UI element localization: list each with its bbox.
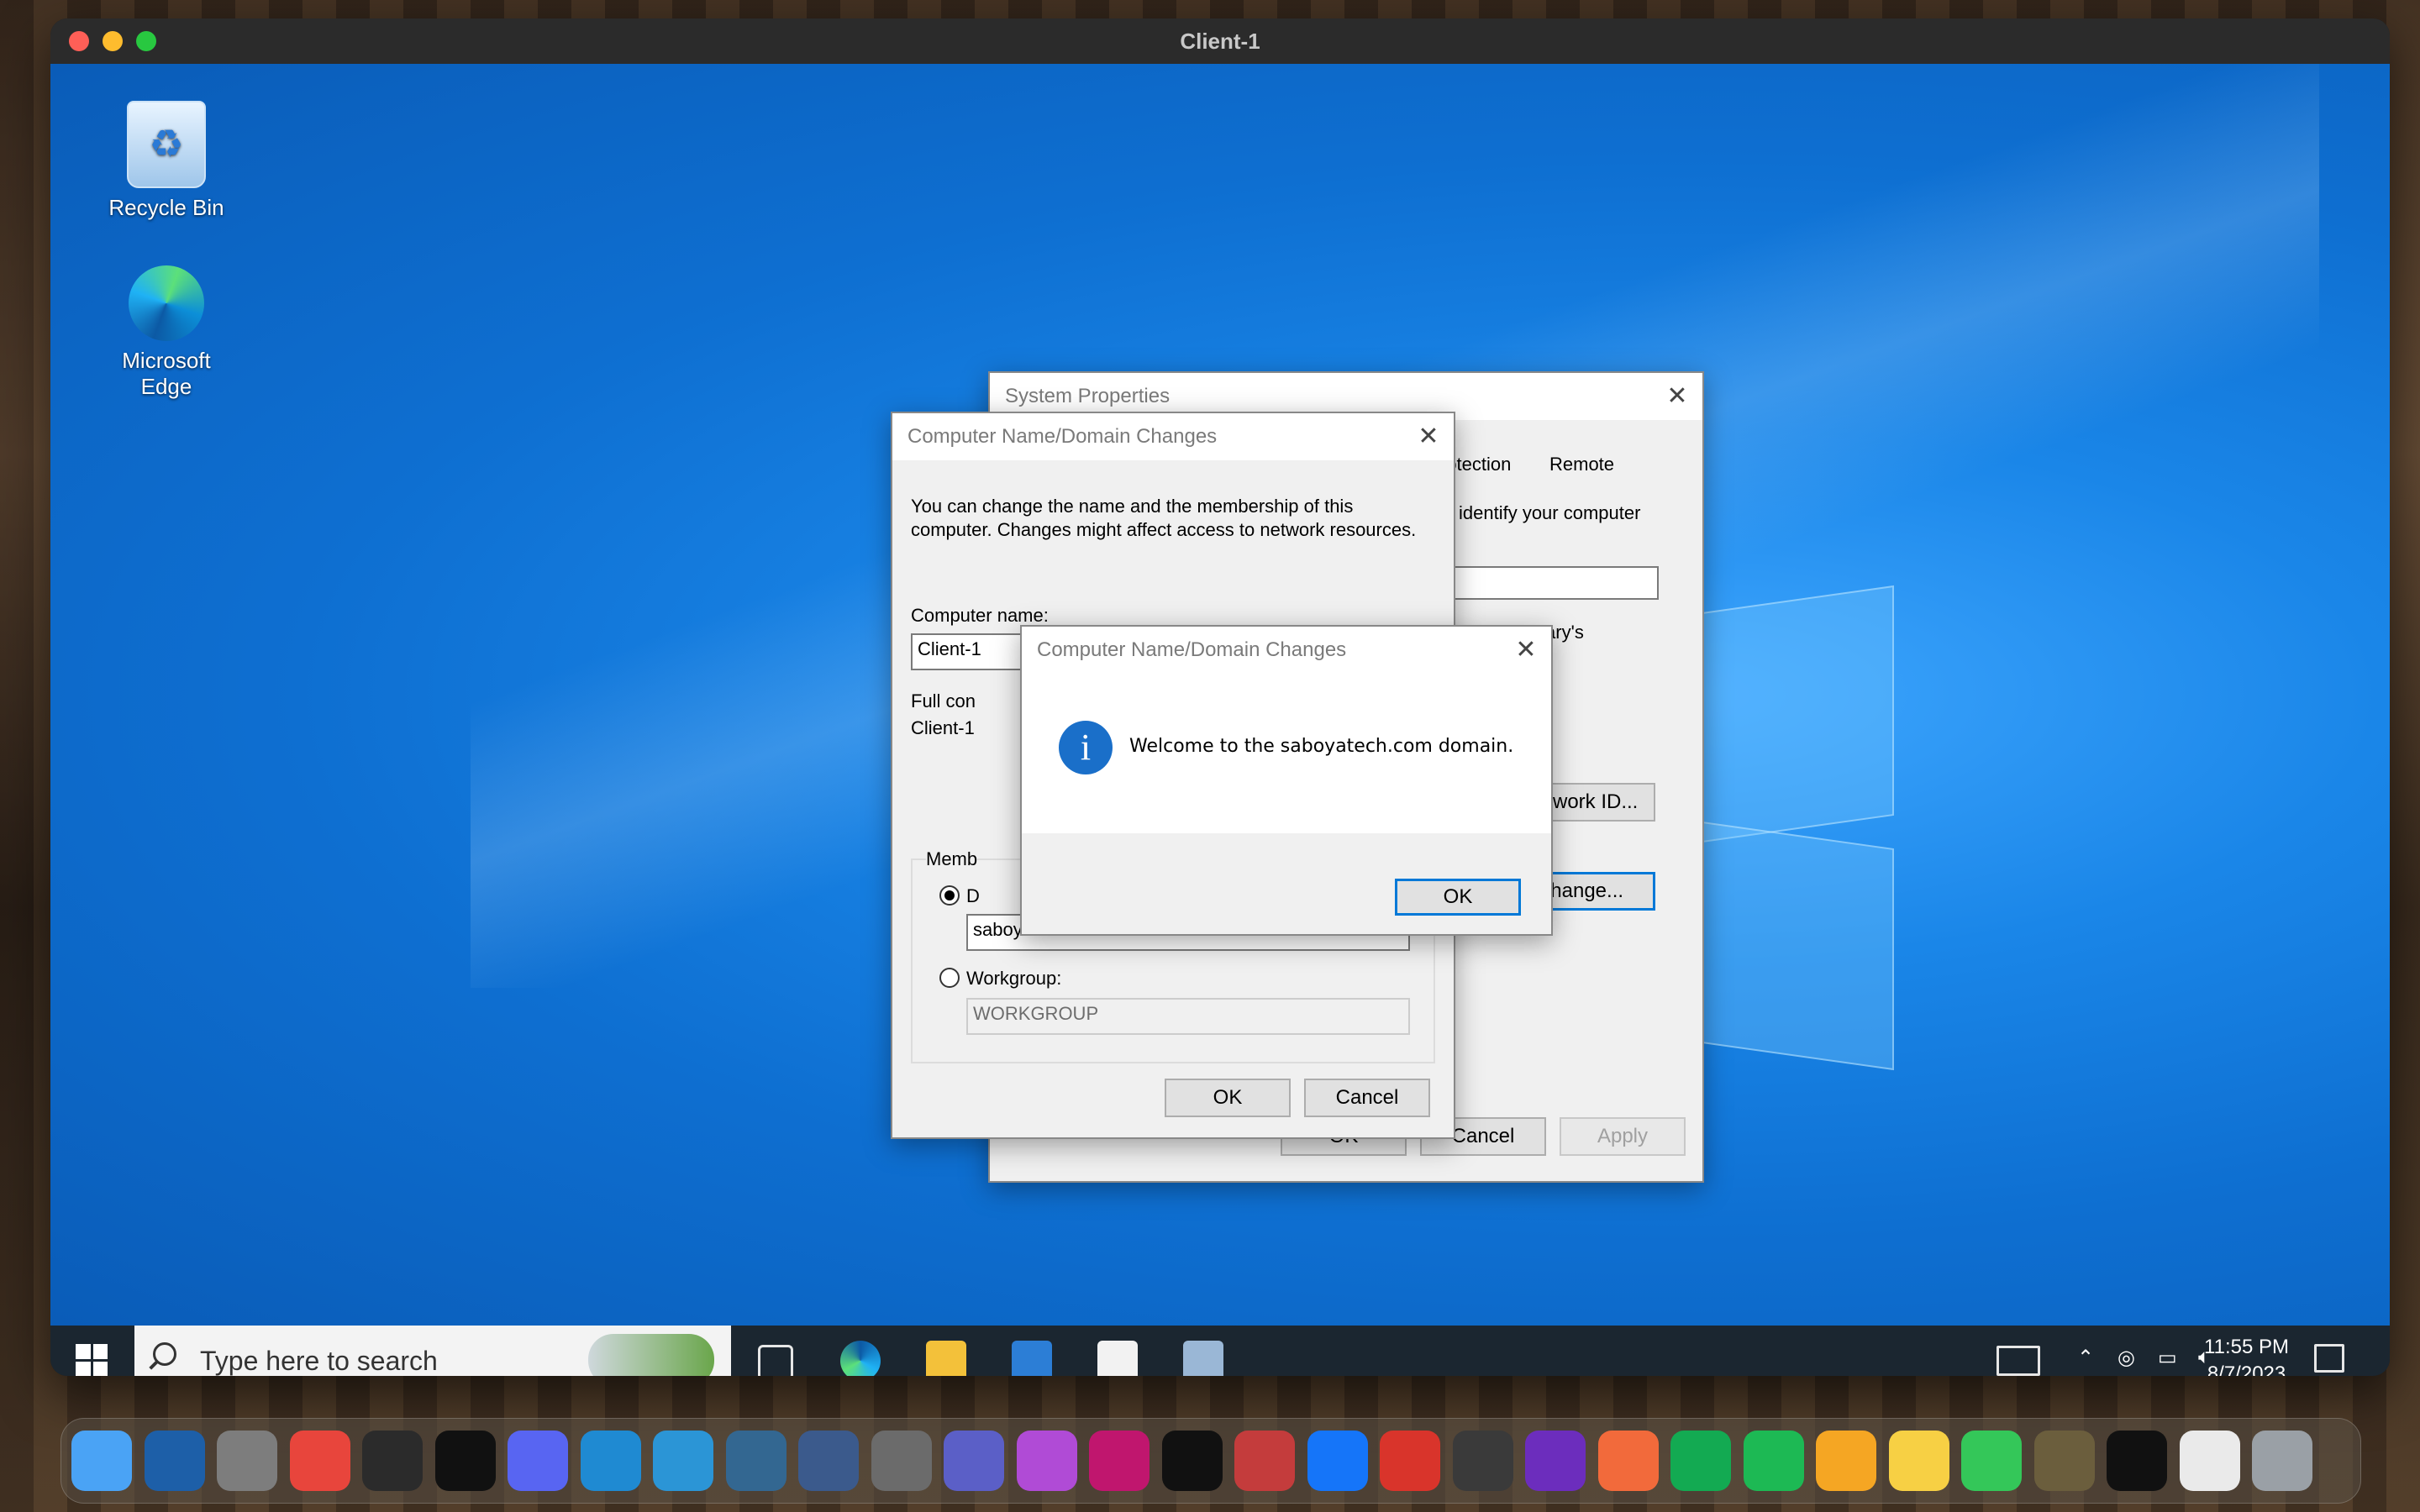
search-icon [153, 1342, 176, 1366]
workgroup-radio-label: Workgroup: [966, 968, 1062, 989]
cancel-button[interactable]: Cancel [1304, 1079, 1430, 1117]
preview-icon[interactable] [2179, 1431, 2240, 1491]
welcome-message: Welcome to the saboyatech.com domain. [1129, 736, 1514, 757]
notifications-icon[interactable] [2314, 1344, 2344, 1373]
dialog-title: System Properties [1005, 385, 1171, 407]
dialog-title: Computer Name/Domain Changes [1037, 638, 1347, 661]
terminal-icon[interactable] [434, 1431, 496, 1491]
dialog-title: Computer Name/Domain Changes [908, 425, 1218, 448]
edge-icon [129, 265, 204, 341]
file-explorer-icon[interactable] [926, 1341, 966, 1376]
ok-button[interactable]: OK [1165, 1079, 1291, 1117]
windows-desktop[interactable]: Recycle Bin Microsoft Edge System Proper… [50, 64, 2390, 1326]
messages-icon[interactable] [1961, 1431, 2022, 1491]
member-of-label: Memb [926, 848, 978, 870]
search-placeholder: Type here to search [200, 1346, 438, 1376]
taskbar-clock[interactable]: 11:55 PM 8/7/2023 [2204, 1334, 2289, 1376]
news-icon[interactable] [1996, 1346, 2040, 1376]
desktop-icon-label: Recycle Bin [108, 195, 224, 220]
windows-taskbar: Type here to search ⌃ ◎ ▭ 🔈︎ 11:55 PM 8/… [50, 1326, 2390, 1376]
taskbar-search[interactable]: Type here to search [134, 1326, 731, 1376]
spotify-icon[interactable] [1743, 1431, 1804, 1491]
finder-icon[interactable] [71, 1431, 132, 1491]
date: 8/7/2023 [2207, 1362, 2286, 1376]
1password-icon[interactable] [144, 1431, 205, 1491]
windows-start-icon[interactable] [76, 1344, 108, 1376]
description-text: identify your computer [1459, 502, 1641, 523]
iterm-icon[interactable] [2107, 1431, 2167, 1491]
info-icon: i [1059, 721, 1113, 774]
trash-icon[interactable] [2252, 1431, 2312, 1491]
apply-button: Apply [1560, 1117, 1686, 1156]
mongodb-compass-icon[interactable] [871, 1431, 932, 1491]
time: 11:55 PM [2204, 1336, 2289, 1358]
phpstorm-icon[interactable] [1016, 1431, 1077, 1491]
system-properties-taskbar-icon[interactable] [1183, 1341, 1223, 1376]
obs-icon[interactable] [1452, 1431, 1513, 1491]
computer-description-field[interactable] [1435, 566, 1659, 600]
docker-desktop-icon[interactable] [653, 1431, 713, 1491]
vectornator-icon[interactable] [1597, 1431, 1659, 1491]
intro-text-line-1: You can change the name and the membersh… [911, 496, 1354, 517]
desktop-icon-label: Microsoft Edge [122, 348, 211, 399]
store-icon[interactable] [1012, 1341, 1052, 1376]
discord-icon[interactable] [508, 1431, 568, 1491]
vm-window: Client-1 Recycle Bin Microsoft Edge Syst… [50, 18, 2390, 1376]
teams-icon[interactable] [944, 1431, 1004, 1491]
workgroup-input: WORKGROUP [966, 998, 1410, 1035]
chrome-icon[interactable] [289, 1431, 350, 1491]
desktop-icon-edge[interactable]: Microsoft Edge [99, 265, 234, 400]
recycle-bin-icon [127, 101, 206, 188]
dialog-titlebar[interactable]: Computer Name/Domain Changes ✕ [1022, 627, 1551, 674]
domain-radio[interactable] [939, 885, 960, 906]
mac-dock [60, 1418, 2361, 1504]
vm-titlebar[interactable]: Client-1 [50, 18, 2390, 65]
task-view-icon[interactable] [758, 1345, 793, 1376]
close-icon[interactable]: ✕ [1509, 633, 1543, 667]
workgroup-radio[interactable] [939, 968, 960, 988]
gimp-icon[interactable] [2033, 1431, 2095, 1491]
postgres-icon[interactable] [725, 1431, 786, 1491]
meet-icon[interactable]: ◎ [2118, 1346, 2135, 1376]
full-name-value: Client-1 [911, 717, 975, 738]
full-name-label: Full con [911, 690, 976, 711]
intro-text-line-2: computer. Changes might affect access to… [911, 519, 1417, 540]
figma-icon[interactable] [362, 1431, 423, 1491]
search-highlight-icon [588, 1334, 714, 1376]
vscode-icon[interactable] [580, 1431, 641, 1491]
system-settings-icon[interactable] [217, 1431, 277, 1491]
tableplus-icon[interactable] [798, 1431, 859, 1491]
pages-icon[interactable] [1816, 1431, 1876, 1491]
close-icon[interactable]: ✕ [1660, 380, 1694, 413]
xcode-icon[interactable] [1307, 1431, 1368, 1491]
desktop-icon-recycle-bin[interactable]: Recycle Bin [99, 101, 234, 221]
visual-studio-icon[interactable] [1525, 1431, 1586, 1491]
domain-radio-label: D [966, 885, 980, 906]
remote-desktop-icon[interactable] [1380, 1431, 1440, 1491]
dialog-titlebar[interactable]: Computer Name/Domain Changes ✕ [892, 413, 1454, 460]
close-icon[interactable]: ✕ [1412, 420, 1445, 454]
vm-title: Client-1 [1180, 29, 1260, 54]
mail-icon[interactable] [1097, 1341, 1138, 1376]
edge-icon[interactable] [840, 1341, 881, 1376]
rider-icon[interactable] [1089, 1431, 1150, 1491]
chevron-up-icon[interactable]: ⌃ [2077, 1346, 2094, 1376]
computer-name-label: Computer name: [911, 605, 1049, 626]
mongodb-icon[interactable] [1670, 1431, 1731, 1491]
tab-remote[interactable]: Remote [1549, 454, 1614, 475]
network-icon[interactable]: ▭ [2158, 1346, 2177, 1376]
parallels-icon[interactable] [1234, 1431, 1295, 1491]
intellij-icon[interactable] [1161, 1431, 1223, 1491]
notes-icon[interactable] [1888, 1431, 1949, 1491]
welcome-dialog: Computer Name/Domain Changes ✕ i Welcome… [1020, 625, 1553, 936]
ok-button[interactable]: OK [1395, 879, 1521, 916]
